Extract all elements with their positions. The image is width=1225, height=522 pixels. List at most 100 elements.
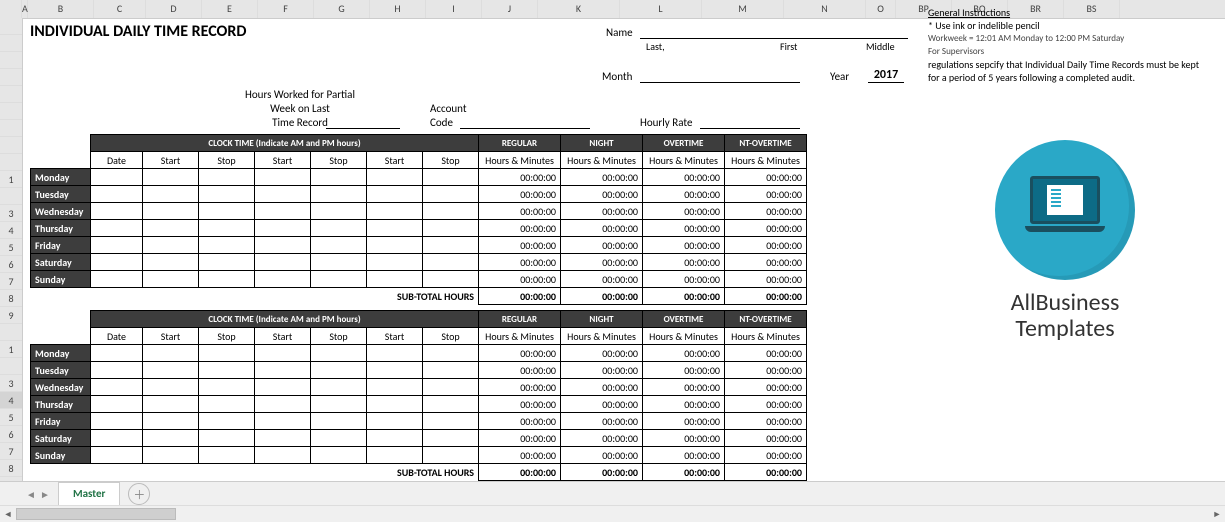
time-cell[interactable] bbox=[143, 186, 199, 203]
hours-cell[interactable]: 00:00:00 bbox=[725, 413, 807, 430]
col-header-L[interactable]: L bbox=[620, 0, 702, 18]
date-cell[interactable] bbox=[91, 447, 143, 464]
time-cell[interactable] bbox=[423, 413, 479, 430]
time-cell[interactable] bbox=[311, 203, 367, 220]
date-cell[interactable] bbox=[91, 379, 143, 396]
hours-cell[interactable]: 00:00:00 bbox=[725, 169, 807, 186]
time-cell[interactable] bbox=[255, 430, 311, 447]
time-cell[interactable] bbox=[423, 237, 479, 254]
hours-cell[interactable]: 00:00:00 bbox=[479, 169, 561, 186]
time-cell[interactable] bbox=[199, 254, 255, 271]
col-header-I[interactable]: I bbox=[426, 0, 482, 18]
time-cell[interactable] bbox=[423, 254, 479, 271]
time-cell[interactable] bbox=[367, 254, 423, 271]
hours-cell[interactable]: 00:00:00 bbox=[643, 220, 725, 237]
row-header[interactable] bbox=[0, 69, 22, 86]
table-row[interactable]: Monday00:00:0000:00:0000:00:0000:00:00 bbox=[31, 345, 807, 362]
hours-cell[interactable]: 00:00:00 bbox=[643, 203, 725, 220]
hours-cell[interactable]: 00:00:00 bbox=[479, 203, 561, 220]
time-cell[interactable] bbox=[311, 430, 367, 447]
time-cell[interactable] bbox=[143, 271, 199, 288]
row-header[interactable] bbox=[0, 18, 22, 35]
hours-cell[interactable]: 00:00:00 bbox=[725, 271, 807, 288]
hours-cell[interactable]: 00:00:00 bbox=[561, 271, 643, 288]
time-cell[interactable] bbox=[255, 186, 311, 203]
table-row[interactable]: Saturday00:00:0000:00:0000:00:0000:00:00 bbox=[31, 254, 807, 271]
row-header[interactable]: 5 bbox=[0, 409, 22, 426]
time-cell[interactable] bbox=[367, 169, 423, 186]
row-header[interactable] bbox=[0, 103, 22, 120]
date-cell[interactable] bbox=[91, 271, 143, 288]
time-cell[interactable] bbox=[311, 169, 367, 186]
time-cell[interactable] bbox=[143, 345, 199, 362]
row-header[interactable]: 9 bbox=[0, 307, 22, 324]
time-cell[interactable] bbox=[423, 220, 479, 237]
time-cell[interactable] bbox=[255, 203, 311, 220]
time-cell[interactable] bbox=[367, 186, 423, 203]
time-cell[interactable] bbox=[311, 254, 367, 271]
table-row[interactable]: Friday00:00:0000:00:0000:00:0000:00:00 bbox=[31, 237, 807, 254]
table-row[interactable]: Thursday00:00:0000:00:0000:00:0000:00:00 bbox=[31, 396, 807, 413]
time-cell[interactable] bbox=[255, 237, 311, 254]
table-row[interactable]: Wednesday00:00:0000:00:0000:00:0000:00:0… bbox=[31, 379, 807, 396]
hours-cell[interactable]: 00:00:00 bbox=[561, 254, 643, 271]
scroll-left-icon[interactable]: ◄ bbox=[0, 507, 16, 521]
row-header[interactable] bbox=[0, 324, 22, 341]
hours-cell[interactable]: 00:00:00 bbox=[479, 271, 561, 288]
hours-cell[interactable]: 00:00:00 bbox=[479, 379, 561, 396]
table-row[interactable]: Sunday00:00:0000:00:0000:00:0000:00:00 bbox=[31, 271, 807, 288]
col-header-E[interactable]: E bbox=[202, 0, 258, 18]
hours-cell[interactable]: 00:00:00 bbox=[561, 186, 643, 203]
scroll-track[interactable] bbox=[16, 507, 1209, 521]
time-cell[interactable] bbox=[143, 396, 199, 413]
time-cell[interactable] bbox=[199, 186, 255, 203]
date-cell[interactable] bbox=[91, 430, 143, 447]
time-cell[interactable] bbox=[255, 271, 311, 288]
time-cell[interactable] bbox=[143, 203, 199, 220]
hours-cell[interactable]: 00:00:00 bbox=[479, 362, 561, 379]
col-header-O[interactable]: O bbox=[866, 0, 896, 18]
hours-cell[interactable]: 00:00:00 bbox=[643, 396, 725, 413]
sheet-tab-master[interactable]: Master bbox=[58, 482, 120, 507]
time-cell[interactable] bbox=[311, 362, 367, 379]
time-cell[interactable] bbox=[199, 447, 255, 464]
time-cell[interactable] bbox=[255, 447, 311, 464]
row-header[interactable] bbox=[0, 52, 22, 69]
time-cell[interactable] bbox=[199, 237, 255, 254]
time-cell[interactable] bbox=[367, 447, 423, 464]
hours-cell[interactable]: 00:00:00 bbox=[643, 237, 725, 254]
hours-cell[interactable]: 00:00:00 bbox=[561, 362, 643, 379]
time-cell[interactable] bbox=[311, 396, 367, 413]
hours-cell[interactable]: 00:00:00 bbox=[643, 186, 725, 203]
col-header-M[interactable]: M bbox=[702, 0, 784, 18]
table-row[interactable]: Tuesday00:00:0000:00:0000:00:0000:00:00 bbox=[31, 362, 807, 379]
time-cell[interactable] bbox=[143, 237, 199, 254]
hours-cell[interactable]: 00:00:00 bbox=[561, 237, 643, 254]
hours-cell[interactable]: 00:00:00 bbox=[643, 413, 725, 430]
hours-cell[interactable]: 00:00:00 bbox=[725, 203, 807, 220]
row-headers[interactable]: 1345678913456789 bbox=[0, 18, 23, 482]
col-header-D[interactable]: D bbox=[146, 0, 202, 18]
time-cell[interactable] bbox=[199, 396, 255, 413]
time-cell[interactable] bbox=[311, 186, 367, 203]
hours-cell[interactable]: 00:00:00 bbox=[643, 362, 725, 379]
time-cell[interactable] bbox=[367, 271, 423, 288]
table-row[interactable]: Sunday00:00:0000:00:0000:00:0000:00:00 bbox=[31, 447, 807, 464]
hours-cell[interactable]: 00:00:00 bbox=[725, 447, 807, 464]
time-cell[interactable] bbox=[143, 362, 199, 379]
hours-cell[interactable]: 00:00:00 bbox=[561, 430, 643, 447]
time-cell[interactable] bbox=[255, 254, 311, 271]
col-header-C[interactable]: C bbox=[94, 0, 146, 18]
hours-cell[interactable]: 00:00:00 bbox=[479, 345, 561, 362]
row-header[interactable]: 1 bbox=[0, 341, 22, 358]
time-cell[interactable] bbox=[367, 362, 423, 379]
row-header[interactable] bbox=[0, 154, 22, 171]
hours-cell[interactable]: 00:00:00 bbox=[643, 271, 725, 288]
date-cell[interactable] bbox=[91, 203, 143, 220]
time-cell[interactable] bbox=[199, 379, 255, 396]
row-header[interactable] bbox=[0, 137, 22, 154]
hours-cell[interactable]: 00:00:00 bbox=[561, 396, 643, 413]
row-header[interactable]: 7 bbox=[0, 273, 22, 290]
time-cell[interactable] bbox=[199, 169, 255, 186]
time-cell[interactable] bbox=[143, 220, 199, 237]
